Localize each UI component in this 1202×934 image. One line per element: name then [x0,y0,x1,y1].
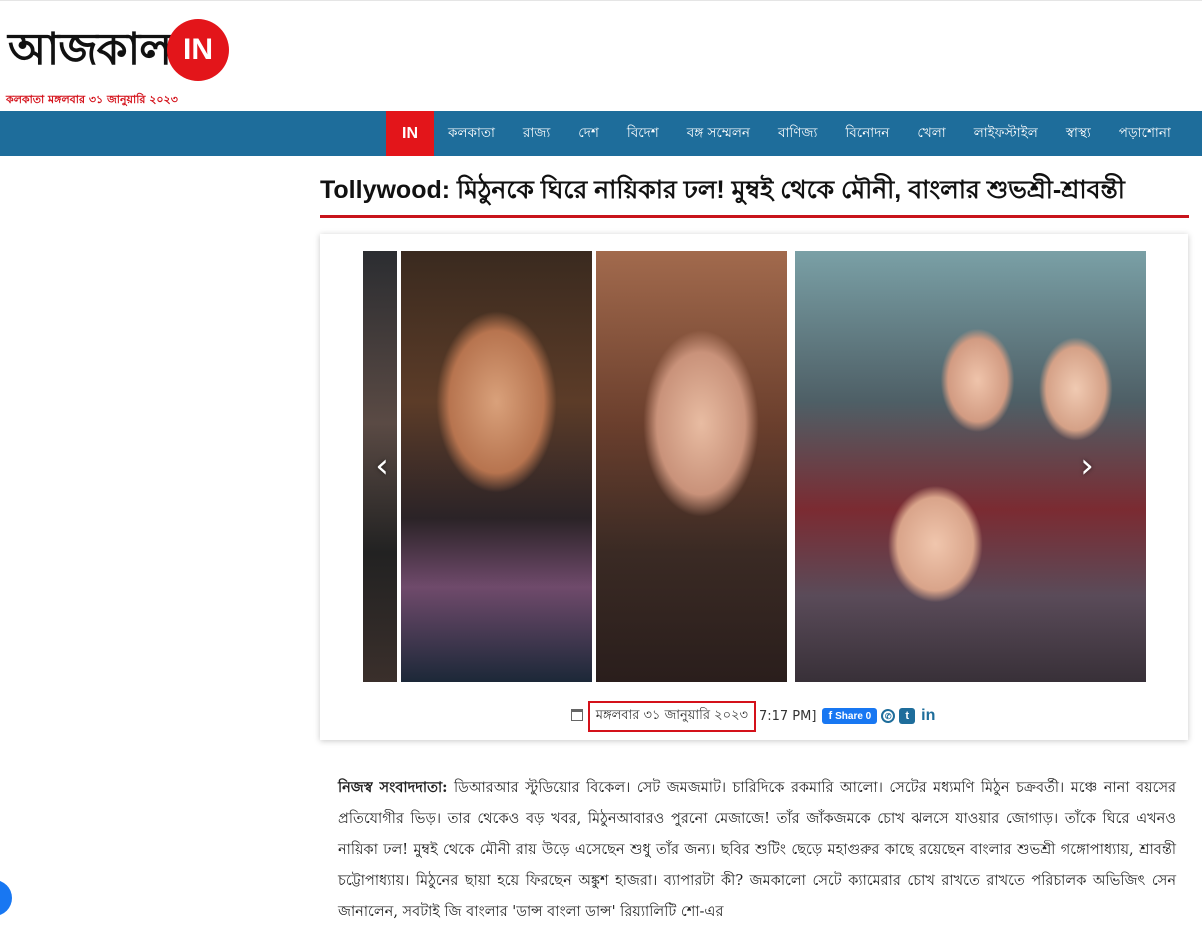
site-logo[interactable]: আজকাল IN [8,19,230,81]
carousel-next-icon[interactable]: › [1072,449,1102,483]
nav-item-1[interactable]: রাজ্য [509,111,564,156]
logo-wordmark: আজকাল [8,24,172,75]
article-media-card: ‹ › মঙ্গলবার ৩১ জানুয়ারি ২০২৩ 7:17 PM] … [320,234,1188,740]
headline-divider [320,215,1189,218]
article-body-text: ডিআরআর স্টুডিয়োর বিকেল। সেট জমজমাট। চার… [338,780,1177,920]
publish-time: 7:17 PM] [758,708,817,724]
carousel-photo-srabanti [596,251,787,682]
share-label: Share 0 [835,710,872,722]
nav-item-9[interactable]: স্বাস্থ্য [1052,111,1105,156]
publish-date: মঙ্গলবার ৩১ জানুয়ারি ২০২৩ [587,700,756,732]
nav-items: IN কলকাতা রাজ্য দেশ বিদেশ বঙ্গ সম্মেলন বাণিজ্… [386,111,1185,156]
floating-action-button[interactable] [0,880,12,916]
nav-item-0[interactable]: কলকাতা [434,111,509,156]
nav-item-4[interactable]: বঙ্গ সম্মেলন [673,111,764,156]
nav-item-3[interactable]: বিদেশ [613,111,673,156]
nav-item-7[interactable]: খেলা [903,111,959,156]
linkedin-icon[interactable]: in [919,707,938,724]
article-body: নিজস্ব সংবাদদাতা: ডিআরআর স্টুডিয়োর বিকে… [338,772,1176,928]
article-meta: মঙ্গলবার ৩১ জানুয়ারি ২০২৩ 7:17 PM] f Sh… [320,700,1188,732]
nav-item-2[interactable]: দেশ [564,111,613,156]
facebook-icon: f [828,710,833,722]
twitter-icon[interactable]: t [899,708,916,724]
calendar-icon [570,709,583,721]
logo-badge: IN [167,19,230,81]
main-nav: IN কলকাতা রাজ্য দেশ বিদেশ বঙ্গ সম্মেলন বাণিজ্… [0,111,1202,156]
nav-home-badge[interactable]: IN [386,111,434,156]
nav-item-6[interactable]: বিনোদন [831,111,903,156]
nav-item-8[interactable]: লাইফস্টাইল [960,111,1052,156]
article-headline: Tollywood: মিঠুনকে ঘিরে নায়িকার ঢল! মুম… [320,176,1125,204]
carousel-prev-icon[interactable]: ‹ [367,449,397,483]
header-dateline: কলকাতা মঙ্গলবার ৩১ জানুয়ারি ২০২৩ [6,93,178,106]
carousel-photo-mouni [401,251,592,682]
site-header: আজকাল IN কলকাতা মঙ্গলবার ৩১ জানুয়ারি ২০… [0,0,1202,111]
image-carousel[interactable]: ‹ › [363,251,1146,682]
whatsapp-icon[interactable]: ✆ [881,709,896,723]
nav-item-5[interactable]: বাণিজ্য [764,111,831,156]
facebook-share-button[interactable]: f Share 0 [822,708,878,724]
nav-item-10[interactable]: পড়াশোনা [1105,111,1185,156]
article-byline: নিজস্ব সংবাদদাতা: [338,779,448,796]
